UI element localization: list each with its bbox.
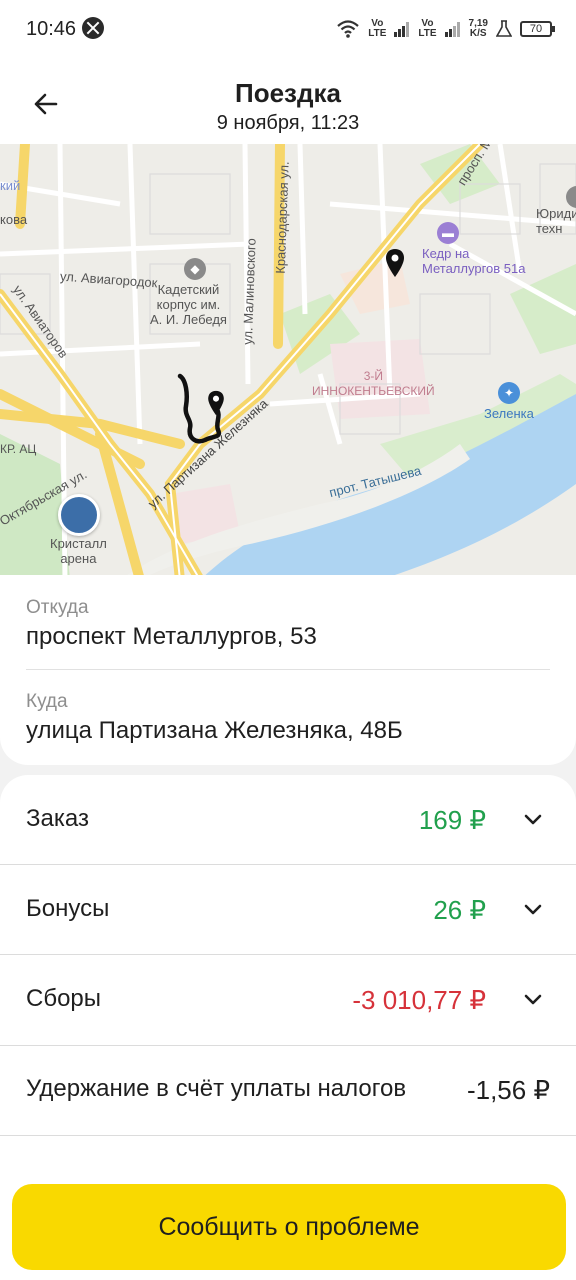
header: Поездка 9 ноября, 11:23	[0, 58, 576, 144]
wifi-icon	[337, 20, 359, 38]
net-speed: 7,19 K/S	[468, 18, 488, 39]
map-label-kristall: Кристалл арена	[50, 536, 107, 566]
hotel-poi-icon: ▬	[437, 222, 459, 244]
map-label-rats: КР. АЦ	[0, 442, 37, 456]
to-label: Куда	[26, 691, 68, 712]
notification-icon	[82, 17, 104, 39]
status-icons: Vo LTE Vo LTE 7,19 K/S 70	[336, 14, 555, 44]
chevron-down-icon[interactable]	[520, 807, 546, 833]
fin-row-amount: -3 010,77 ₽	[352, 985, 486, 1015]
network-1-label: Vo LTE	[368, 18, 387, 39]
fin-row-tax: Удержание в счёт уплаты налогов -1,56 ₽	[0, 1045, 576, 1135]
fin-row-label: Удержание в счёт уплаты налогов	[26, 1075, 407, 1102]
chevron-down-icon[interactable]	[520, 897, 546, 923]
to-address: улица Партизана Железняка, 48Б	[26, 717, 403, 744]
map-label-cadet: Кадетский корпус им. А. И. Лебедя	[150, 282, 227, 327]
trip-map[interactable]: ◆ ▬ ✦ Кадетский корпус им. А. И. Лебедя …	[0, 144, 576, 580]
pickup-pin-icon	[386, 249, 404, 277]
chevron-down-icon[interactable]	[520, 987, 546, 1013]
fin-row-bonuses[interactable]: Бонусы 26 ₽	[0, 865, 576, 955]
fin-row-fees[interactable]: Сборы -3 010,77 ₽	[0, 955, 576, 1045]
signal-2-icon	[444, 21, 461, 37]
map-label-kedr: Кедр на Металлургов 51а	[422, 246, 526, 276]
trip-address-card: Откуда проспект Металлургов, 53 Куда ули…	[0, 575, 576, 765]
fin-row-order[interactable]: Заказ 169 ₽	[0, 775, 576, 865]
map-label-innokent: 3-Й ИННОКЕНТЬЕВСКИЙ	[312, 369, 435, 398]
fin-row-label: Заказ	[26, 805, 89, 832]
fin-row-label: Бонусы	[26, 895, 110, 922]
address-divider	[26, 669, 550, 670]
school-poi-icon: ◆	[184, 258, 206, 280]
sport-poi-icon: ✦	[498, 382, 520, 404]
status-bar: 10:46 Vo LTE Vo LTE 7,19 K/S 70	[0, 0, 576, 58]
fin-row-amount: -1,56 ₽	[466, 1075, 550, 1105]
page-subtitle: 9 ноября, 11:23	[216, 112, 360, 134]
map-label-zelenka: Зеленка	[484, 406, 534, 421]
fin-row-amount: 26 ₽	[433, 895, 486, 925]
battery-icon: 70	[520, 21, 555, 37]
fin-divider	[0, 1135, 576, 1136]
network-2-label: Vo LTE	[418, 18, 437, 39]
status-time: 10:46	[26, 18, 77, 40]
fin-row-label: Сборы	[26, 985, 102, 1012]
dropoff-pin-icon	[208, 390, 224, 416]
from-label: Откуда	[26, 597, 89, 618]
map-label-yuridich: Юриди техн	[536, 206, 576, 236]
map-label-kiy: кий	[0, 178, 21, 193]
map-label-kovo: кова	[0, 212, 28, 227]
page-title: Поездка	[235, 78, 341, 108]
flask-icon	[496, 20, 512, 37]
trip-finance-card: Заказ 169 ₽ Бонусы 26 ₽ Сборы -3 010,77 …	[0, 775, 576, 1195]
fin-row-amount: 169 ₽	[418, 805, 486, 835]
signal-1-icon	[394, 21, 410, 37]
report-problem-button[interactable]: Сообщить о проблеме	[12, 1184, 566, 1270]
arena-poi-icon	[58, 494, 100, 536]
from-address: проспект Металлургов, 53	[26, 623, 317, 650]
